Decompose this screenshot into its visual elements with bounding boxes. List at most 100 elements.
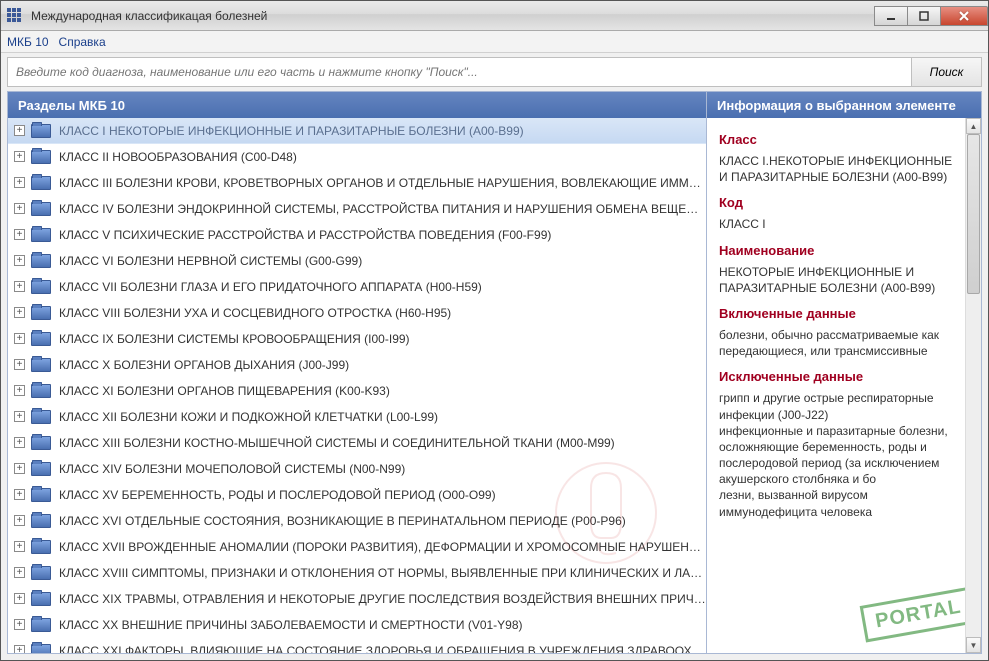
titlebar: Международная классификацая болезней [1,1,988,31]
expand-icon[interactable] [14,541,25,552]
expand-icon[interactable] [14,437,25,448]
scroll-down-icon[interactable]: ▼ [966,637,981,653]
tree-row-label: КЛАСС XVII ВРОЖДЕННЫЕ АНОМАЛИИ (ПОРОКИ Р… [59,540,706,554]
folder-icon [31,254,51,268]
info-scrollbar[interactable]: ▲ ▼ [965,118,981,653]
folder-icon [31,150,51,164]
tree-row-label: КЛАСС III БОЛЕЗНИ КРОВИ, КРОВЕТВОРНЫХ ОР… [59,176,706,190]
menu-help[interactable]: Справка [59,35,106,49]
tree-row-label: КЛАСС X БОЛЕЗНИ ОРГАНОВ ДЫХАНИЯ (J00-J99… [59,358,349,372]
search-button[interactable]: Поиск [911,58,981,86]
folder-icon [31,358,51,372]
tree-row[interactable]: КЛАСС XIX ТРАВМЫ, ОТРАВЛЕНИЯ И НЕКОТОРЫЕ… [8,586,706,612]
tree-row[interactable]: КЛАСС XV БЕРЕМЕННОСТЬ, РОДЫ И ПОСЛЕРОДОВ… [8,482,706,508]
tree-row[interactable]: КЛАСС XIII БОЛЕЗНИ КОСТНО-МЫШЕЧНОЙ СИСТЕ… [8,430,706,456]
folder-icon [31,436,51,450]
expand-icon[interactable] [14,359,25,370]
expand-icon[interactable] [14,385,25,396]
expand-icon[interactable] [14,125,25,136]
close-button[interactable] [940,6,988,26]
tree-row[interactable]: КЛАСС X БОЛЕЗНИ ОРГАНОВ ДЫХАНИЯ (J00-J99… [8,352,706,378]
right-pane: Информация о выбранном элементе Класс КЛ… [706,92,981,653]
tree-row[interactable]: КЛАСС II НОВООБРАЗОВАНИЯ (C00-D48) [8,144,706,170]
expand-icon[interactable] [14,619,25,630]
expand-icon[interactable] [14,515,25,526]
expand-icon[interactable] [14,203,25,214]
expand-icon[interactable] [14,151,25,162]
tree-row[interactable]: КЛАСС IV БОЛЕЗНИ ЭНДОКРИННОЙ СИСТЕМЫ, РА… [8,196,706,222]
folder-icon [31,124,51,138]
search-input[interactable] [8,58,911,86]
folder-icon [31,410,51,424]
info-excluded-value: грипп и другие острые респираторные инфе… [719,390,953,520]
tree-row-label: КЛАСС XVIII СИМПТОМЫ, ПРИЗНАКИ И ОТКЛОНЕ… [59,566,706,580]
expand-icon[interactable] [14,411,25,422]
expand-icon[interactable] [14,255,25,266]
info-name-value: НЕКОТОРЫЕ ИНФЕКЦИОННЫЕ И ПАРАЗИТАРНЫЕ БО… [719,264,953,296]
tree-row-label: КЛАСС XV БЕРЕМЕННОСТЬ, РОДЫ И ПОСЛЕРОДОВ… [59,488,496,502]
tree-row-label: КЛАСС XX ВНЕШНИЕ ПРИЧИНЫ ЗАБОЛЕВАЕМОСТИ … [59,618,523,632]
expand-icon[interactable] [14,229,25,240]
folder-icon [31,384,51,398]
window-controls [875,6,988,26]
tree-row[interactable]: КЛАСС VIII БОЛЕЗНИ УХА И СОСЦЕВИДНОГО ОТ… [8,300,706,326]
expand-icon[interactable] [14,567,25,578]
tree-row[interactable]: КЛАСС VII БОЛЕЗНИ ГЛАЗА И ЕГО ПРИДАТОЧНО… [8,274,706,300]
expand-icon[interactable] [14,177,25,188]
tree-row[interactable]: КЛАСС XVII ВРОЖДЕННЫЕ АНОМАЛИИ (ПОРОКИ Р… [8,534,706,560]
expand-icon[interactable] [14,593,25,604]
scroll-up-icon[interactable]: ▲ [966,118,981,134]
tree-row[interactable]: КЛАСС I НЕКОТОРЫЕ ИНФЕКЦИОННЫЕ И ПАРАЗИТ… [8,118,706,144]
expand-icon[interactable] [14,281,25,292]
tree-row[interactable]: КЛАСС XI БОЛЕЗНИ ОРГАНОВ ПИЩЕВАРЕНИЯ (K0… [8,378,706,404]
tree-row-label: КЛАСС I НЕКОТОРЫЕ ИНФЕКЦИОННЫЕ И ПАРАЗИТ… [59,124,524,138]
tree-row[interactable]: КЛАСС III БОЛЕЗНИ КРОВИ, КРОВЕТВОРНЫХ ОР… [8,170,706,196]
tree-row[interactable]: КЛАСС IX БОЛЕЗНИ СИСТЕМЫ КРОВООБРАЩЕНИЯ … [8,326,706,352]
tree-row[interactable]: КЛАСС XXI ФАКТОРЫ, ВЛИЯЮЩИЕ НА СОСТОЯНИЕ… [8,638,706,653]
expand-icon[interactable] [14,489,25,500]
tree-row-label: КЛАСС II НОВООБРАЗОВАНИЯ (C00-D48) [59,150,297,164]
expand-icon[interactable] [14,307,25,318]
tree-row[interactable]: КЛАСС XIV БОЛЕЗНИ МОЧЕПОЛОВОЙ СИСТЕМЫ (N… [8,456,706,482]
tree-row-label: КЛАСС VI БОЛЕЗНИ НЕРВНОЙ СИСТЕМЫ (G00-G9… [59,254,362,268]
tree-row[interactable]: КЛАСС V ПСИХИЧЕСКИЕ РАССТРОЙСТВА И РАССТ… [8,222,706,248]
minimize-button[interactable] [874,6,908,26]
left-pane: Разделы МКБ 10 КЛАСС I НЕКОТОРЫЕ ИНФЕКЦИ… [8,92,706,653]
tree-row[interactable]: КЛАСС XII БОЛЕЗНИ КОЖИ И ПОДКОЖНОЙ КЛЕТЧ… [8,404,706,430]
tree-row[interactable]: КЛАСС XVIII СИМПТОМЫ, ПРИЗНАКИ И ОТКЛОНЕ… [8,560,706,586]
info-heading-included: Включенные данные [719,306,953,321]
maximize-button[interactable] [907,6,941,26]
info-heading-name: Наименование [719,243,953,258]
window-title: Международная классификацая болезней [31,9,267,23]
tree-row[interactable]: КЛАСС XVI ОТДЕЛЬНЫЕ СОСТОЯНИЯ, ВОЗНИКАЮЩ… [8,508,706,534]
info-heading-excluded: Исключенные данные [719,369,953,384]
info-heading-class: Класс [719,132,953,147]
tree-row[interactable]: КЛАСС XX ВНЕШНИЕ ПРИЧИНЫ ЗАБОЛЕВАЕМОСТИ … [8,612,706,638]
folder-icon [31,514,51,528]
expand-icon[interactable] [14,463,25,474]
folder-icon [31,306,51,320]
tree-row-label: КЛАСС XIII БОЛЕЗНИ КОСТНО-МЫШЕЧНОЙ СИСТЕ… [59,436,615,450]
expand-icon[interactable] [14,645,25,653]
info-panel: Класс КЛАСС I.НЕКОТОРЫЕ ИНФЕКЦИОННЫЕ И П… [707,118,965,653]
tree-row-label: КЛАСС XIV БОЛЕЗНИ МОЧЕПОЛОВОЙ СИСТЕМЫ (N… [59,462,405,476]
menubar: МКБ 10 Справка [1,31,988,53]
menu-mkb10[interactable]: МКБ 10 [7,35,49,49]
tree-row-label: КЛАСС IX БОЛЕЗНИ СИСТЕМЫ КРОВООБРАЩЕНИЯ … [59,332,410,346]
tree-row-label: КЛАСС VIII БОЛЕЗНИ УХА И СОСЦЕВИДНОГО ОТ… [59,306,451,320]
app-icon [7,8,23,24]
tree-row-label: КЛАСС XI БОЛЕЗНИ ОРГАНОВ ПИЩЕВАРЕНИЯ (K0… [59,384,390,398]
expand-icon[interactable] [14,333,25,344]
info-included-value: болезни, обычно рассматриваемые как пере… [719,327,953,359]
right-pane-header: Информация о выбранном элементе [707,92,981,118]
tree-row[interactable]: КЛАСС VI БОЛЕЗНИ НЕРВНОЙ СИСТЕМЫ (G00-G9… [8,248,706,274]
tree-row-label: КЛАСС IV БОЛЕЗНИ ЭНДОКРИННОЙ СИСТЕМЫ, РА… [59,202,706,216]
tree-view[interactable]: КЛАСС I НЕКОТОРЫЕ ИНФЕКЦИОННЫЕ И ПАРАЗИТ… [8,118,706,653]
tree-row-label: КЛАСС VII БОЛЕЗНИ ГЛАЗА И ЕГО ПРИДАТОЧНО… [59,280,482,294]
folder-icon [31,488,51,502]
scroll-thumb[interactable] [967,134,980,294]
info-code-value: КЛАСС I [719,216,953,232]
tree-row-label: КЛАСС XII БОЛЕЗНИ КОЖИ И ПОДКОЖНОЙ КЛЕТЧ… [59,410,438,424]
scroll-track[interactable] [966,134,981,637]
folder-icon [31,566,51,580]
